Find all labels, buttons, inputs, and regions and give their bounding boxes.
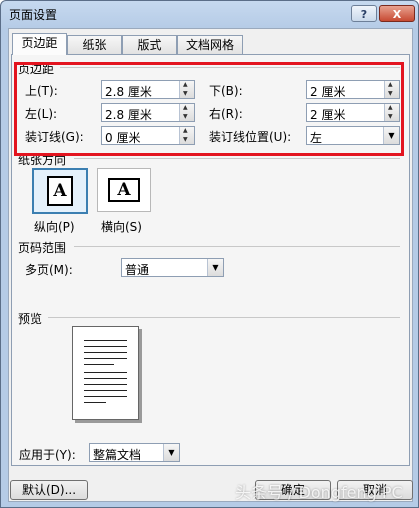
landscape-option[interactable]: A (97, 168, 151, 212)
default-button[interactable]: 默认(D)... (10, 480, 88, 500)
preview-divider (48, 317, 400, 318)
preview-text-line (84, 384, 127, 385)
close-button[interactable]: X (379, 5, 415, 22)
title-bar: 页面设置 ? X (1, 1, 418, 27)
multiple-pages-select[interactable]: 普通 ▼ (121, 258, 224, 277)
margin-highlight-box (14, 62, 404, 156)
tab-paper[interactable]: 纸张 (67, 35, 122, 54)
pages-divider (74, 246, 400, 247)
orientation-divider (74, 158, 400, 159)
portrait-option[interactable]: A (32, 168, 88, 214)
preview-text-line (84, 402, 106, 403)
apply-to-select[interactable]: 整篇文档 ▼ (89, 443, 180, 462)
tab-document-grid[interactable]: 文档网格 (177, 35, 243, 54)
portrait-page-icon: A (47, 176, 73, 206)
preview-text-line (84, 364, 114, 365)
preview-text-line (84, 352, 127, 353)
multiple-pages-label: 多页(M): (25, 263, 73, 277)
preview-text-line (84, 372, 127, 373)
pages-group-label: 页码范围 (18, 241, 67, 255)
tab-layout[interactable]: 版式 (122, 35, 177, 54)
landscape-page-icon: A (108, 178, 140, 202)
preview-text-line (84, 396, 127, 397)
landscape-label[interactable]: 横向(S) (101, 218, 142, 235)
multiple-pages-value: 普通 (125, 263, 150, 277)
preview-text-line (84, 340, 127, 341)
preview-group-label: 预览 (18, 312, 43, 326)
page-preview (72, 326, 139, 420)
help-button[interactable]: ? (351, 5, 377, 22)
chevron-down-icon[interactable]: ▼ (207, 259, 223, 276)
window-title: 页面设置 (9, 8, 58, 22)
portrait-label[interactable]: 纵向(P) (34, 218, 75, 235)
preview-text-line (84, 358, 127, 359)
preview-text-line (84, 378, 127, 379)
page-setup-dialog: 页面设置 ? X 页边距 纸张 版式 文档网格 页边距 上(T): 2.8 厘米… (0, 0, 419, 508)
apply-to-label: 应用于(Y): (19, 448, 76, 462)
preview-text-line (84, 346, 127, 347)
apply-to-value: 整篇文档 (93, 448, 142, 462)
chevron-down-icon[interactable]: ▼ (163, 444, 179, 461)
watermark: 头条号 / Dongfeng PC (235, 483, 403, 502)
preview-text-line (84, 390, 127, 391)
tab-margins[interactable]: 页边距 (12, 33, 67, 55)
